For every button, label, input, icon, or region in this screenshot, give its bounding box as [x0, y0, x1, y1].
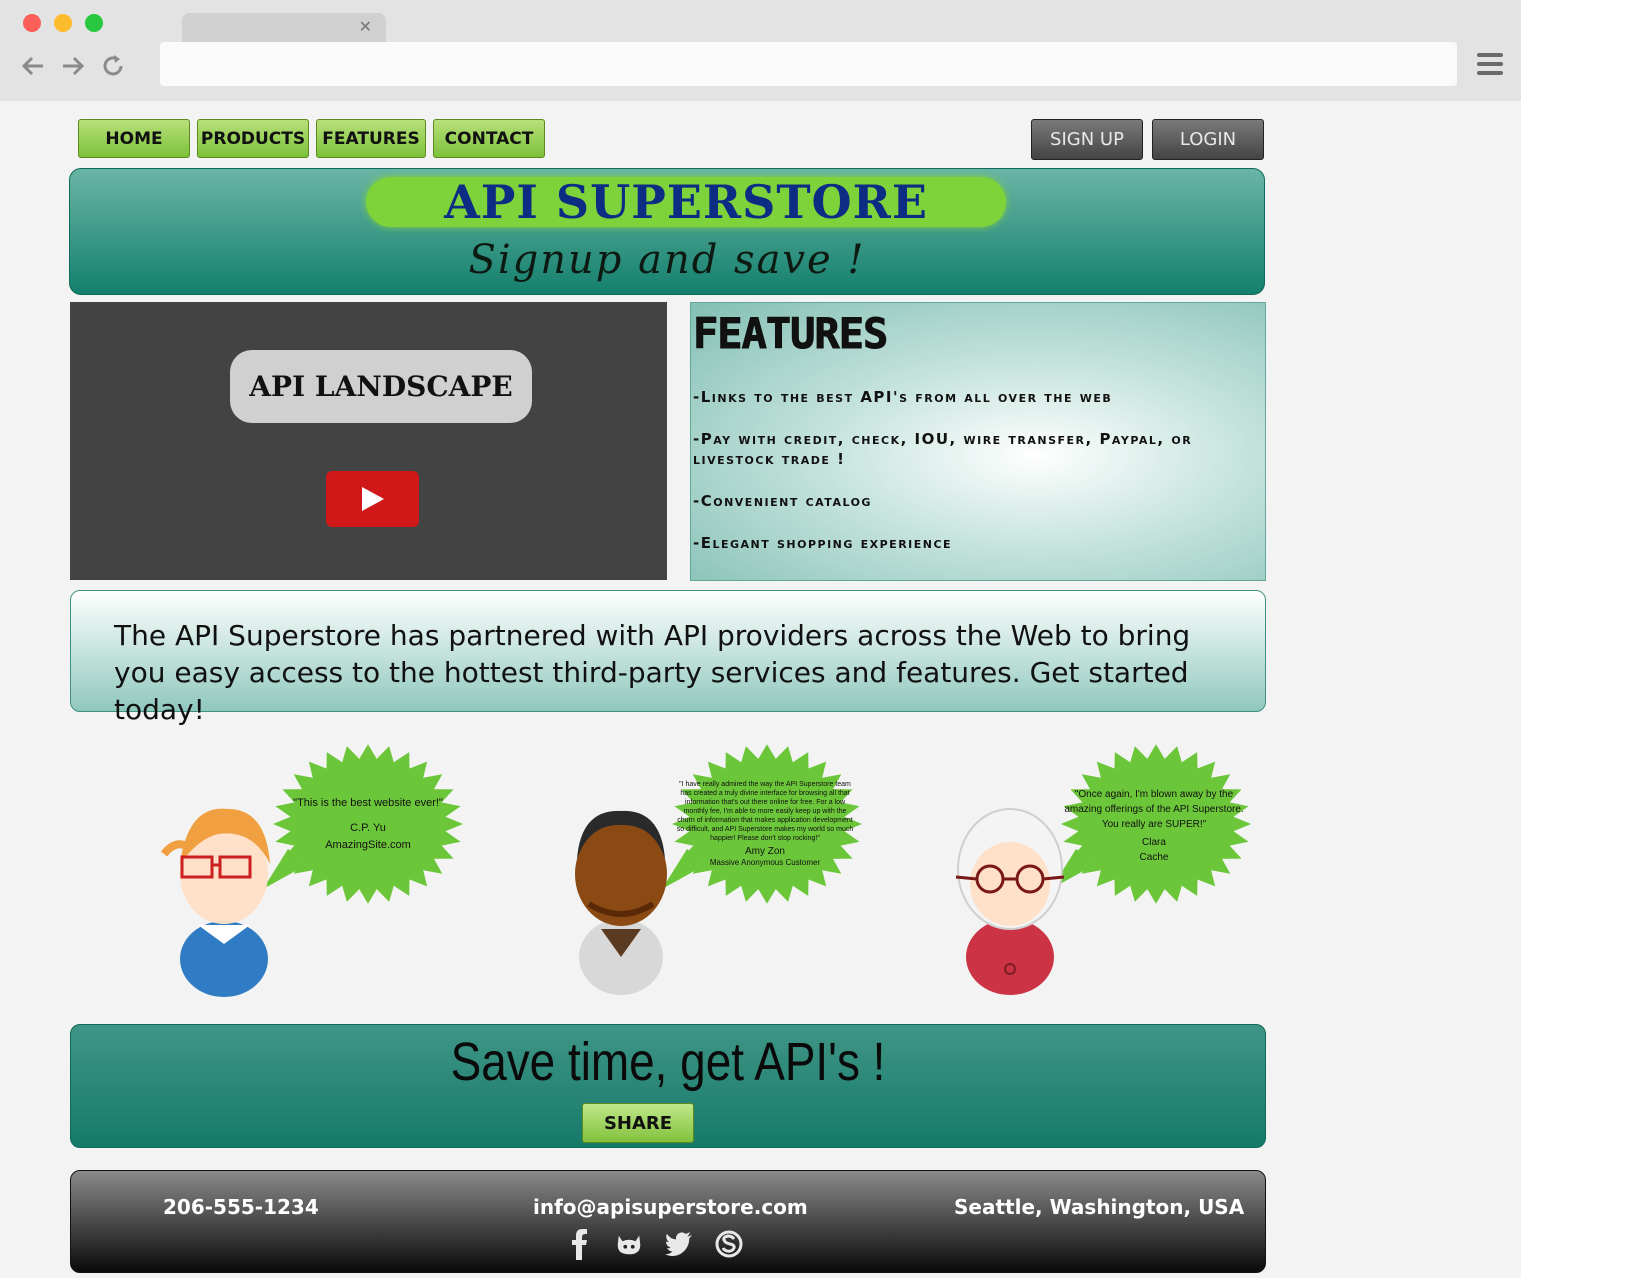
play-icon — [361, 487, 384, 511]
reload-icon[interactable] — [100, 50, 126, 82]
tab-close-icon[interactable]: ✕ — [359, 17, 372, 36]
share-button[interactable]: SHARE — [582, 1103, 694, 1143]
footer-email[interactable]: info@apisuperstore.com — [533, 1195, 808, 1219]
minimize-window-button[interactable] — [54, 14, 72, 32]
forward-arrow-icon[interactable] — [60, 50, 86, 82]
testimonial-author: C.P. Yu — [350, 821, 386, 834]
nav-products-button[interactable]: PRODUCTS — [197, 119, 309, 158]
page: HOME PRODUCTS FEATURES CONTACT SIGN UP L… — [0, 101, 1521, 1278]
feature-item: -Links to the best API's from all over t… — [693, 388, 1113, 406]
testimonial-bubble-1: "This is the best website ever!" C.P. Yu… — [283, 769, 453, 879]
github-icon[interactable] — [615, 1227, 643, 1261]
testimonial-1: "This is the best website ever!" C.P. Yu… — [158, 729, 478, 999]
hero-subtitle: Signup and save ! — [468, 237, 866, 283]
footer: 206-555-1234 info@apisuperstore.com Seat… — [70, 1170, 1266, 1273]
feature-item: -Convenient catalog — [693, 492, 872, 510]
features-title: FEATURES — [692, 309, 888, 359]
footer-phone: 206-555-1234 — [163, 1195, 319, 1219]
intro-panel: The API Superstore has partnered with AP… — [70, 590, 1266, 726]
testimonial-quote: "Once again, I'm blown away by the amazi… — [1064, 789, 1244, 830]
cta-title: Save time, get API's ! — [450, 1032, 886, 1092]
testimonial-3: "Once again, I'm blown away by the amazi… — [946, 729, 1266, 999]
testimonial-quote: "I have really admired the way the API S… — [676, 781, 854, 842]
testimonial-company: Massive Anonymous Customer — [709, 858, 821, 867]
testimonial-bubble-2: "I have really admired the way the API S… — [675, 764, 855, 884]
features-panel: FEATURES -Links to the best API's from a… — [690, 302, 1266, 581]
features-list: -Links to the best API's from all over t… — [693, 387, 1253, 575]
site-title: API SUPERSTORE — [366, 175, 1006, 229]
skype-icon[interactable] — [715, 1227, 743, 1261]
login-button[interactable]: LOGIN — [1152, 119, 1264, 160]
cta-banner: Save time, get API's ! SHARE — [70, 1024, 1266, 1148]
testimonial-author: Clara — [1142, 837, 1166, 848]
browser-tab[interactable]: ✕ — [182, 13, 386, 43]
hero-banner: API SUPERSTORE Signup and save ! — [69, 168, 1265, 295]
maximize-window-button[interactable] — [85, 14, 103, 32]
auth-nav: SIGN UP LOGIN — [1031, 119, 1264, 160]
intro-text: The API Superstore has partnered with AP… — [114, 619, 1191, 726]
main-nav: HOME PRODUCTS FEATURES CONTACT — [78, 119, 545, 158]
feature-item: -Elegant shopping experience — [693, 534, 953, 552]
hamburger-menu-icon[interactable] — [1476, 50, 1504, 78]
close-window-button[interactable] — [23, 14, 41, 32]
signup-button[interactable]: SIGN UP — [1031, 119, 1143, 160]
play-button[interactable] — [326, 471, 419, 527]
nav-home-button[interactable]: HOME — [78, 119, 190, 158]
nav-features-button[interactable]: FEATURES — [316, 119, 426, 158]
nav-contact-button[interactable]: CONTACT — [433, 119, 545, 158]
footer-location: Seattle, Washington, USA — [954, 1195, 1245, 1219]
testimonial-quote: "This is the best website ever!" — [293, 796, 443, 809]
testimonial-bubble-3: "Once again, I'm blown away by the amazi… — [1064, 767, 1244, 885]
video-player[interactable]: API LANDSCAPE — [70, 302, 667, 580]
twitter-icon[interactable] — [665, 1227, 693, 1261]
feature-item: -Pay with credit, check, IOU, wire trans… — [693, 430, 1193, 468]
address-bar[interactable] — [160, 42, 1457, 86]
testimonial-company: AmazingSite.com — [325, 838, 411, 851]
facebook-icon[interactable] — [565, 1227, 593, 1261]
testimonial-2: "I have really admired the way the API S… — [557, 729, 877, 999]
back-arrow-icon[interactable] — [20, 50, 46, 82]
browser-chrome: ✕ — [0, 0, 1521, 101]
video-title: API LANDSCAPE — [230, 350, 532, 423]
social-links — [565, 1227, 743, 1261]
testimonial-author: Amy Zon — [744, 846, 785, 857]
testimonial-company: Cache — [1139, 852, 1169, 863]
